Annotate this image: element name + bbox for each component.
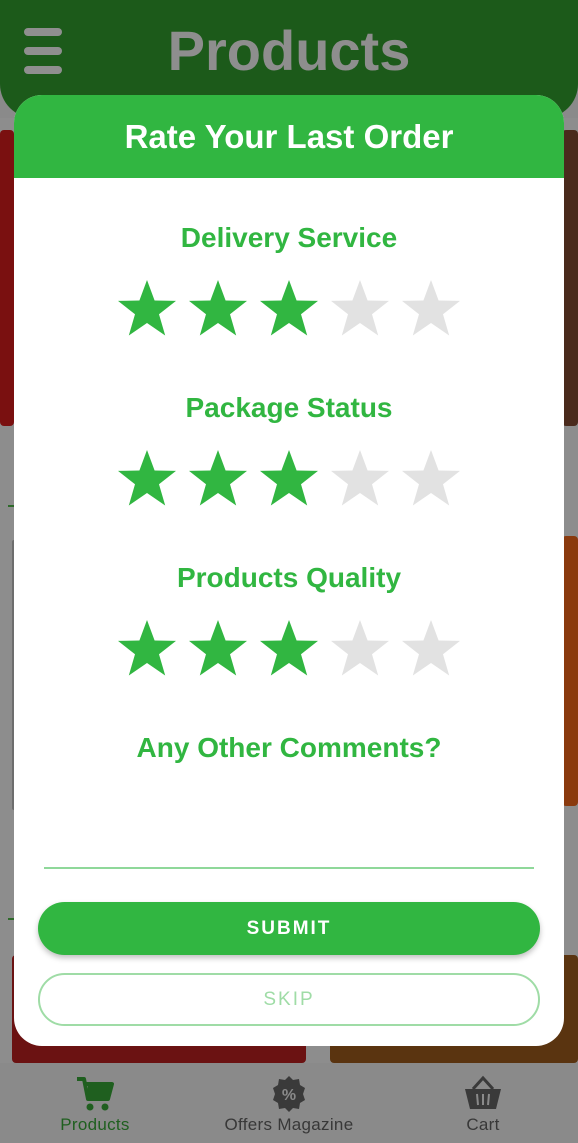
- star-filled-icon[interactable]: [258, 448, 320, 510]
- star-empty-icon[interactable]: [329, 278, 391, 340]
- star-empty-icon[interactable]: [400, 618, 462, 680]
- submit-button[interactable]: SUBMIT: [38, 902, 540, 955]
- bottom-nav: Products % Offers Magazine Cart: [0, 1063, 578, 1143]
- nav-label: Offers Magazine: [224, 1115, 354, 1134]
- skip-button[interactable]: SKIP: [38, 973, 540, 1026]
- star-filled-icon[interactable]: [187, 448, 249, 510]
- nav-item-offers-magazine[interactable]: % Offers Magazine: [194, 1063, 384, 1143]
- product-card: [562, 130, 578, 426]
- cart-icon: [75, 1075, 115, 1118]
- star-filled-icon[interactable]: [187, 278, 249, 340]
- star-filled-icon[interactable]: [116, 618, 178, 680]
- dialog-title: Rate Your Last Order: [14, 95, 564, 178]
- nav-item-products[interactable]: Products: [0, 1063, 190, 1143]
- svg-text:%: %: [282, 1087, 296, 1104]
- nav-item-cart[interactable]: Cart: [388, 1063, 578, 1143]
- percent-badge-icon: %: [270, 1075, 308, 1118]
- star-empty-icon[interactable]: [329, 448, 391, 510]
- nav-label: Cart: [466, 1115, 500, 1134]
- star-filled-icon[interactable]: [116, 448, 178, 510]
- star-empty-icon[interactable]: [329, 618, 391, 680]
- nav-label: Products: [60, 1115, 130, 1134]
- basket-icon: [463, 1075, 503, 1116]
- star-empty-icon[interactable]: [400, 448, 462, 510]
- page-title: Products: [167, 19, 411, 82]
- star-filled-icon[interactable]: [116, 278, 178, 340]
- star-filled-icon[interactable]: [258, 618, 320, 680]
- star-filled-icon[interactable]: [258, 278, 320, 340]
- star-filled-icon[interactable]: [187, 618, 249, 680]
- rating-stars-products-quality: [116, 618, 466, 680]
- rating-label-delivery-service: Delivery Service: [180, 222, 398, 253]
- comments-input[interactable]: [44, 795, 534, 869]
- rating-stars-delivery-service: [116, 278, 466, 340]
- rating-dialog: Rate Your Last Order Delivery Service Pa…: [14, 95, 564, 1046]
- comments-label: Any Other Comments?: [136, 732, 442, 763]
- star-empty-icon[interactable]: [400, 278, 462, 340]
- rating-stars-package-status: [116, 448, 466, 510]
- rating-label-package-status: Package Status: [185, 392, 393, 423]
- rating-label-products-quality: Products Quality: [176, 562, 402, 593]
- product-card: [0, 130, 14, 426]
- product-card: [562, 536, 578, 806]
